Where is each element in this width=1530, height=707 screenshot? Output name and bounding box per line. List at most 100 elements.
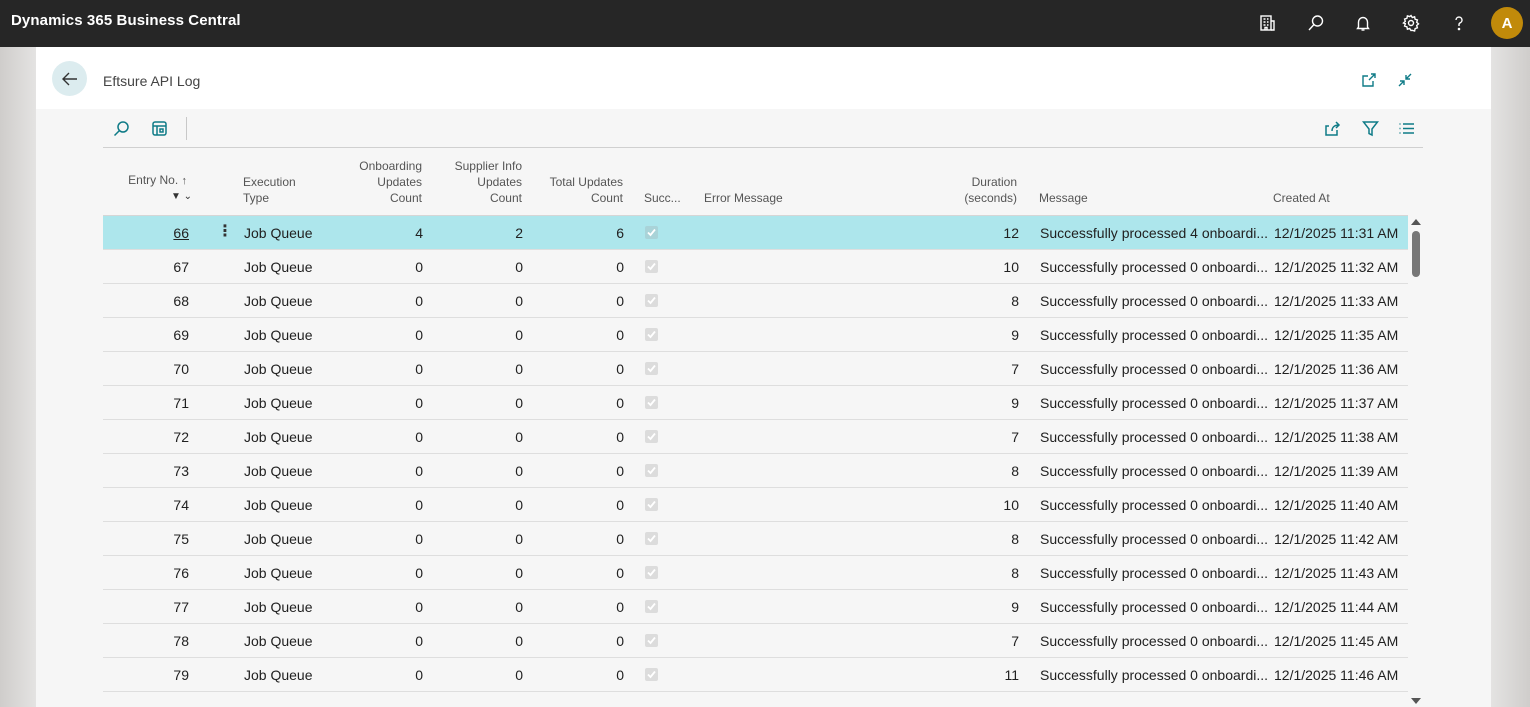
- scroll-down-arrow[interactable]: [1411, 698, 1421, 704]
- execution-type-cell: Job Queue: [244, 225, 313, 241]
- execution-type-cell: Job Queue: [244, 293, 313, 309]
- table-row[interactable]: 78 Job Queue 0 0 0 7 Successfully processed 0 …: [103, 624, 1408, 658]
- onboarding-count-cell: 0: [415, 565, 423, 581]
- entry-no-cell[interactable]: 69: [111, 327, 189, 343]
- duration-cell: 8: [1011, 463, 1019, 479]
- message-cell: Successfully processed 0 onboardi...: [1040, 565, 1269, 581]
- table-row[interactable]: 66 ⋮ Job Queue 4 2 6 12 Successfully processed …: [103, 216, 1408, 250]
- page-header: Eftsure API Log: [36, 47, 1491, 109]
- table-row[interactable]: 77 Job Queue 0 0 0 9 Successfully processed 0 …: [103, 590, 1408, 624]
- entry-no-cell[interactable]: 74: [111, 497, 189, 513]
- execution-type-cell: Job Queue: [244, 633, 313, 649]
- help-icon[interactable]: [1447, 11, 1471, 35]
- entry-no-cell[interactable]: 66: [111, 225, 189, 241]
- created-at-cell: 12/1/2025 11:43 AM: [1274, 565, 1399, 581]
- page-panel: Eftsure API Log Entry No. ↑ ▼ ⌄ Executio…: [36, 47, 1491, 707]
- open-new-window-icon[interactable]: [1358, 69, 1380, 91]
- message-cell: Successfully processed 0 onboardi...: [1040, 667, 1269, 683]
- execution-type-cell: Job Queue: [244, 599, 313, 615]
- entry-no-cell[interactable]: 71: [111, 395, 189, 411]
- execution-type-cell: Job Queue: [244, 463, 313, 479]
- table-row[interactable]: 71 Job Queue 0 0 0 9 Successfully processed 0 …: [103, 386, 1408, 420]
- total-count-cell: 0: [616, 361, 624, 377]
- company-icon[interactable]: [1255, 11, 1279, 35]
- column-header-error-message[interactable]: Error Message: [704, 190, 783, 206]
- gear-icon[interactable]: [1399, 11, 1423, 35]
- table-row[interactable]: 67 Job Queue 0 0 0 10 Successfully processed 0…: [103, 250, 1408, 284]
- success-checkbox: [645, 396, 658, 409]
- message-cell: Successfully processed 0 onboardi...: [1040, 429, 1269, 445]
- avatar[interactable]: A: [1491, 7, 1523, 39]
- execution-type-cell: Job Queue: [244, 667, 313, 683]
- column-header-supplier-info[interactable]: Supplier Info Updates Count: [432, 158, 522, 206]
- search-icon[interactable]: [1304, 11, 1328, 35]
- supplier-count-cell: 0: [515, 429, 523, 445]
- message-cell: Successfully processed 0 onboardi...: [1040, 327, 1269, 343]
- onboarding-count-cell: 0: [415, 361, 423, 377]
- total-count-cell: 0: [616, 565, 624, 581]
- column-header-onboarding[interactable]: Onboarding Updates Count: [332, 158, 422, 206]
- action-bar: [103, 109, 1423, 148]
- back-button[interactable]: [52, 61, 87, 96]
- arrow-left-icon: [61, 72, 77, 85]
- success-checkbox: [645, 260, 658, 273]
- onboarding-count-cell: 0: [415, 395, 423, 411]
- table-row[interactable]: 68 Job Queue 0 0 0 8 Successfully processed 0 …: [103, 284, 1408, 318]
- app-title[interactable]: Dynamics 365 Business Central: [11, 12, 241, 29]
- edit-list-icon[interactable]: [148, 117, 170, 139]
- onboarding-count-cell: 0: [415, 633, 423, 649]
- table-row[interactable]: 72 Job Queue 0 0 0 7 Successfully processed 0 …: [103, 420, 1408, 454]
- entry-no-cell[interactable]: 72: [111, 429, 189, 445]
- entry-no-cell[interactable]: 68: [111, 293, 189, 309]
- column-header-total-updates[interactable]: Total Updates Count: [531, 174, 623, 206]
- entry-no-cell[interactable]: 76: [111, 565, 189, 581]
- execution-type-cell: Job Queue: [244, 497, 313, 513]
- bell-icon[interactable]: [1351, 11, 1375, 35]
- table-row[interactable]: 73 Job Queue 0 0 0 8 Successfully processed 0 …: [103, 454, 1408, 488]
- column-header-success[interactable]: Succ...: [644, 190, 681, 206]
- vertical-scrollbar[interactable]: [1408, 216, 1423, 707]
- column-header-created-at[interactable]: Created At: [1273, 190, 1330, 206]
- row-actions-icon[interactable]: ⋮: [217, 224, 233, 240]
- duration-cell: 10: [1003, 259, 1019, 275]
- table-row[interactable]: 74 Job Queue 0 0 0 10 Successfully processed 0…: [103, 488, 1408, 522]
- scroll-up-arrow[interactable]: [1411, 219, 1421, 225]
- column-header-duration[interactable]: Duration (seconds): [943, 174, 1017, 206]
- success-checkbox: [645, 600, 658, 613]
- entry-no-cell[interactable]: 77: [111, 599, 189, 615]
- share-icon[interactable]: [1321, 117, 1343, 139]
- background-left: [0, 47, 36, 707]
- table-row[interactable]: 79 Job Queue 0 0 0 11 Successfully processed 0…: [103, 658, 1408, 692]
- supplier-count-cell: 0: [515, 633, 523, 649]
- onboarding-count-cell: 0: [415, 667, 423, 683]
- column-header-entry-no[interactable]: Entry No. ↑: [111, 172, 187, 189]
- total-count-cell: 6: [616, 225, 624, 241]
- filter-sort-icon[interactable]: ▼ ⌄: [171, 189, 201, 205]
- total-count-cell: 0: [616, 463, 624, 479]
- onboarding-count-cell: 0: [415, 497, 423, 513]
- column-header-message[interactable]: Message: [1039, 190, 1088, 206]
- collapse-icon[interactable]: [1394, 69, 1416, 91]
- scroll-thumb[interactable]: [1412, 231, 1420, 277]
- onboarding-count-cell: 0: [415, 429, 423, 445]
- entry-no-cell[interactable]: 73: [111, 463, 189, 479]
- entry-no-cell[interactable]: 67: [111, 259, 189, 275]
- filter-icon[interactable]: [1359, 117, 1381, 139]
- total-count-cell: 0: [616, 667, 624, 683]
- table-row[interactable]: 69 Job Queue 0 0 0 9 Successfully processed 0 …: [103, 318, 1408, 352]
- table-row[interactable]: 76 Job Queue 0 0 0 8 Successfully processed 0 …: [103, 556, 1408, 590]
- entry-no-cell[interactable]: 79: [111, 667, 189, 683]
- entry-no-cell[interactable]: 78: [111, 633, 189, 649]
- entry-no-cell[interactable]: 75: [111, 531, 189, 547]
- supplier-count-cell: 0: [515, 259, 523, 275]
- total-count-cell: 0: [616, 259, 624, 275]
- table-row[interactable]: 70 Job Queue 0 0 0 7 Successfully processed 0 …: [103, 352, 1408, 386]
- list-view-icon[interactable]: [1395, 117, 1417, 139]
- success-checkbox: [645, 566, 658, 579]
- message-cell: Successfully processed 0 onboardi...: [1040, 259, 1269, 275]
- table-row[interactable]: 75 Job Queue 0 0 0 8 Successfully processed 0 …: [103, 522, 1408, 556]
- search-icon[interactable]: [110, 117, 132, 139]
- message-cell: Successfully processed 4 onboardi...: [1040, 225, 1269, 241]
- column-header-execution-type[interactable]: Execution Type: [243, 174, 296, 206]
- entry-no-cell[interactable]: 70: [111, 361, 189, 377]
